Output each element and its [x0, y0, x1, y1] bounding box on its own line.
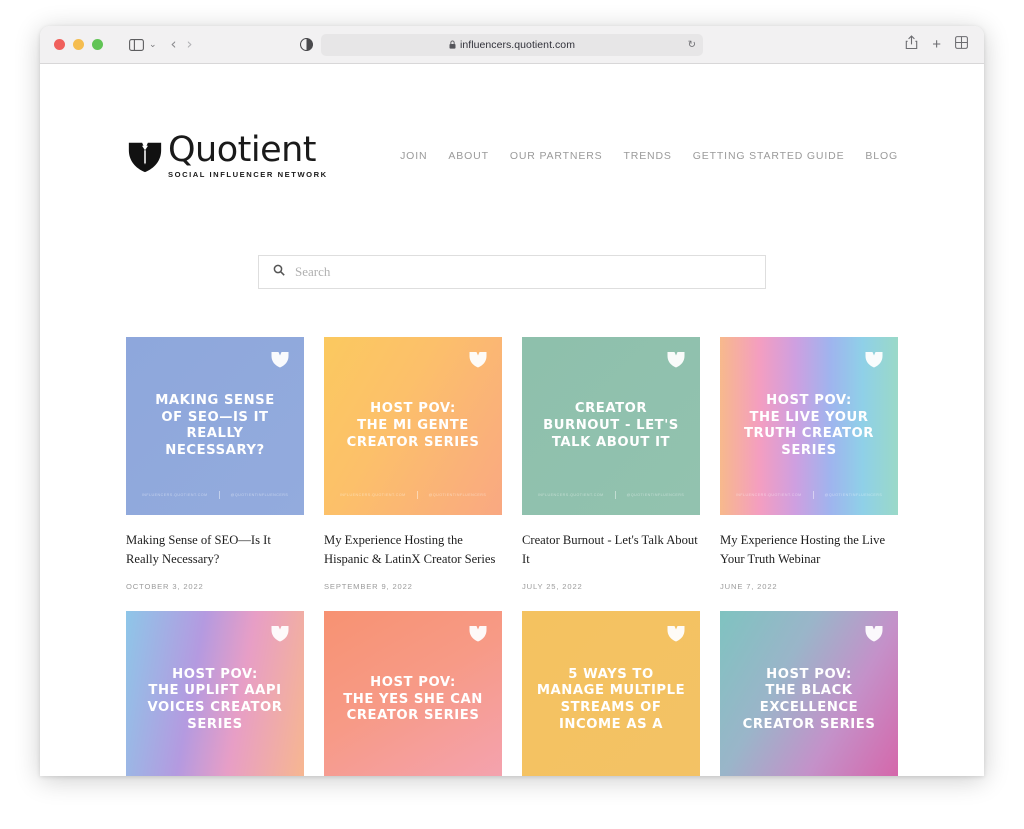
- quotient-badge-icon: [865, 352, 883, 368]
- thumbnail-footer: INFLUENCERS.QUOTIENT.COM @QUOTIENTINFLUE…: [126, 491, 304, 500]
- thumbnail-footer-right: @QUOTIENTINFLUENCERS: [626, 493, 685, 498]
- post-thumbnail[interactable]: HOST POV: THE YES SHE CAN CREATOR SERIES: [324, 611, 502, 776]
- privacy-shield-icon[interactable]: [300, 38, 313, 51]
- thumbnail-footer-left: INFLUENCERS.QUOTIENT.COM: [735, 493, 802, 498]
- search-section: [40, 255, 984, 290]
- divider: [812, 491, 814, 500]
- maximize-window-button[interactable]: [92, 39, 103, 50]
- search-icon: [273, 263, 285, 281]
- post-title[interactable]: Making Sense of SEO—Is It Really Necessa…: [126, 531, 304, 569]
- thumbnail-footer-left: INFLUENCERS.QUOTIENT.COM: [141, 493, 208, 498]
- post-thumbnail[interactable]: HOST POV: THE MI GENTE CREATOR SERIES IN…: [324, 337, 502, 516]
- logo-tagline: SOCIAL INFLUENCER NETWORK: [168, 170, 328, 180]
- address-bar-container: influencers.quotient.com ↻: [321, 33, 703, 56]
- chevron-down-icon[interactable]: ⌄: [149, 39, 157, 50]
- post-title[interactable]: Creator Burnout - Let's Talk About It: [522, 531, 700, 569]
- main-navigation: JOIN ABOUT OUR PARTNERS TRENDS GETTING S…: [400, 150, 898, 164]
- back-button[interactable]: ‹: [171, 37, 177, 52]
- post-thumbnail[interactable]: MAKING SENSE OF SEO—IS IT REALLY NECESSA…: [126, 337, 304, 516]
- thumbnail-title: HOST POV: THE LIVE YOUR TRUTH CREATOR SE…: [743, 393, 874, 458]
- divider: [218, 491, 220, 500]
- nav-item-getting-started[interactable]: GETTING STARTED GUIDE: [693, 150, 845, 162]
- divider: [614, 491, 616, 500]
- thumbnail-footer: INFLUENCERS.QUOTIENT.COM @QUOTIENTINFLUE…: [324, 491, 502, 500]
- site-header: Quotient SOCIAL INFLUENCER NETWORK JOIN …: [40, 64, 984, 179]
- thumbnail-footer-right: @QUOTIENTINFLUENCERS: [428, 493, 487, 498]
- nav-item-trends[interactable]: TRENDS: [624, 150, 672, 162]
- post-thumbnail[interactable]: HOST POV: THE LIVE YOUR TRUTH CREATOR SE…: [720, 337, 898, 516]
- browser-window: ⌄ ‹ › influencers.quotient.com ↻ + Quoti…: [40, 26, 984, 776]
- thumbnail-footer-right: @QUOTIENTINFLUENCERS: [230, 493, 289, 498]
- post-thumbnail[interactable]: HOST POV: THE BLACK EXCELLENCE CREATOR S…: [720, 611, 898, 776]
- thumbnail-title: HOST POV: THE MI GENTE CREATOR SERIES: [346, 401, 480, 450]
- blog-card[interactable]: HOST POV: THE MI GENTE CREATOR SERIES IN…: [324, 337, 502, 591]
- browser-toolbar: ⌄ ‹ › influencers.quotient.com ↻ +: [40, 26, 984, 64]
- thumbnail-footer: INFLUENCERS.QUOTIENT.COM @QUOTIENTINFLUE…: [720, 491, 898, 500]
- thumbnail-title: MAKING SENSE OF SEO—IS IT REALLY NECESSA…: [155, 393, 275, 458]
- thumbnail-title: HOST POV: THE BLACK EXCELLENCE CREATOR S…: [742, 666, 876, 732]
- nav-item-blog[interactable]: BLOG: [865, 150, 898, 162]
- close-window-button[interactable]: [54, 39, 65, 50]
- share-icon[interactable]: [905, 34, 918, 55]
- address-bar[interactable]: influencers.quotient.com ↻: [321, 33, 703, 56]
- thumbnail-footer-left: INFLUENCERS.QUOTIENT.COM: [339, 493, 406, 498]
- post-thumbnail[interactable]: 5 WAYS TO MANAGE MULTIPLE STREAMS OF INC…: [522, 611, 700, 776]
- post-date: OCTOBER 3, 2022: [126, 582, 204, 592]
- quotient-badge-icon: [469, 626, 487, 642]
- post-thumbnail[interactable]: CREATOR BURNOUT - LET'S TALK ABOUT IT IN…: [522, 337, 700, 516]
- thumbnail-title: CREATOR BURNOUT - LET'S TALK ABOUT IT: [543, 401, 679, 450]
- search-box[interactable]: [258, 255, 766, 290]
- nav-item-our-partners[interactable]: OUR PARTNERS: [510, 150, 603, 162]
- quotient-badge-icon: [865, 626, 883, 642]
- divider: [416, 491, 418, 500]
- thumbnail-title: 5 WAYS TO MANAGE MULTIPLE STREAMS OF INC…: [536, 666, 686, 732]
- navigation-buttons: ‹ ›: [171, 37, 193, 52]
- plus-icon[interactable]: +: [932, 37, 941, 52]
- blog-card[interactable]: HOST POV: THE LIVE YOUR TRUTH CREATOR SE…: [720, 337, 898, 591]
- blog-card[interactable]: MAKING SENSE OF SEO—IS IT REALLY NECESSA…: [126, 337, 304, 591]
- thumbnail-footer-left: INFLUENCERS.QUOTIENT.COM: [537, 493, 604, 498]
- web-page-content: Quotient SOCIAL INFLUENCER NETWORK JOIN …: [40, 64, 984, 776]
- site-logo[interactable]: Quotient SOCIAL INFLUENCER NETWORK: [126, 130, 328, 180]
- post-title[interactable]: My Experience Hosting the Hispanic & Lat…: [324, 531, 502, 569]
- sidebar-icon[interactable]: [123, 33, 149, 57]
- post-date: JUNE 7, 2022: [720, 582, 778, 592]
- nav-item-about[interactable]: ABOUT: [448, 150, 488, 162]
- blog-card[interactable]: HOST POV: THE YES SHE CAN CREATOR SERIES: [324, 611, 502, 776]
- search-input[interactable]: [295, 264, 751, 281]
- toolbar-right-actions: +: [905, 34, 968, 55]
- tab-overview-icon[interactable]: [955, 35, 968, 54]
- thumbnail-title: HOST POV: THE UPLIFT AAPI VOICES CREATOR…: [147, 666, 283, 732]
- blog-card[interactable]: CREATOR BURNOUT - LET'S TALK ABOUT IT IN…: [522, 337, 700, 591]
- quotient-badge-icon: [469, 352, 487, 368]
- url-text: influencers.quotient.com: [459, 38, 575, 51]
- quotient-badge-icon: [271, 626, 289, 642]
- blog-card[interactable]: HOST POV: THE UPLIFT AAPI VOICES CREATOR…: [126, 611, 304, 776]
- post-date: SEPTEMBER 9, 2022: [324, 582, 413, 592]
- window-controls: [54, 39, 103, 50]
- post-thumbnail[interactable]: HOST POV: THE UPLIFT AAPI VOICES CREATOR…: [126, 611, 304, 776]
- thumbnail-footer-right: @QUOTIENTINFLUENCERS: [824, 493, 883, 498]
- quotient-badge-icon: [667, 352, 685, 368]
- post-title[interactable]: My Experience Hosting the Live Your Trut…: [720, 531, 898, 569]
- quotient-badge-icon: [667, 626, 685, 642]
- lock-icon: [449, 40, 456, 49]
- thumbnail-title: HOST POV: THE YES SHE CAN CREATOR SERIES: [343, 675, 483, 724]
- forward-button[interactable]: ›: [187, 37, 193, 52]
- blog-post-grid: MAKING SENSE OF SEO—IS IT REALLY NECESSA…: [40, 289, 984, 776]
- blog-card[interactable]: HOST POV: THE BLACK EXCELLENCE CREATOR S…: [720, 611, 898, 776]
- quotient-bird-logo-icon: [128, 142, 162, 173]
- reload-icon[interactable]: ↻: [688, 39, 696, 50]
- logo-wordmark: Quotient: [168, 130, 317, 170]
- blog-card[interactable]: 5 WAYS TO MANAGE MULTIPLE STREAMS OF INC…: [522, 611, 700, 776]
- quotient-badge-icon: [271, 352, 289, 368]
- thumbnail-footer: INFLUENCERS.QUOTIENT.COM @QUOTIENTINFLUE…: [522, 491, 700, 500]
- minimize-window-button[interactable]: [73, 39, 84, 50]
- nav-item-join[interactable]: JOIN: [400, 150, 427, 162]
- sidebar-controls: ⌄: [123, 33, 157, 57]
- post-date: JULY 25, 2022: [522, 582, 583, 592]
